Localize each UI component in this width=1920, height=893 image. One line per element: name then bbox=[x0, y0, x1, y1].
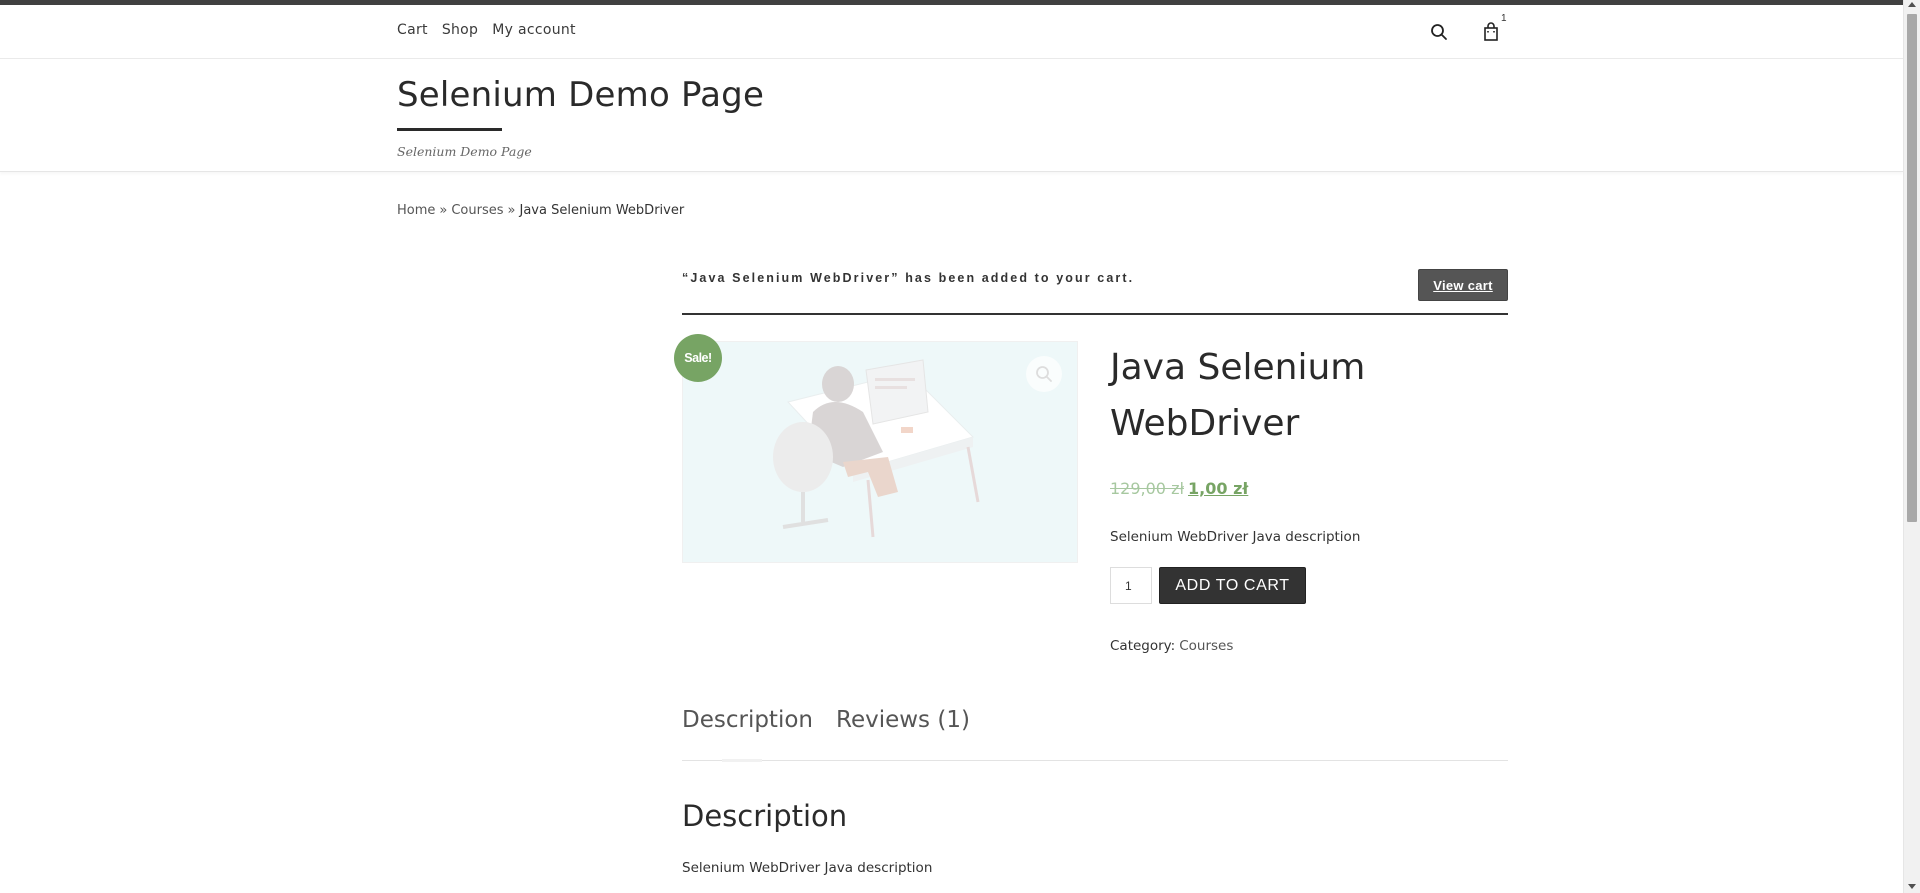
search-icon[interactable] bbox=[1430, 23, 1448, 41]
nav-shop-link[interactable]: Shop bbox=[442, 22, 478, 38]
active-tab-indicator bbox=[722, 759, 762, 762]
nav-cart-link[interactable]: Cart bbox=[397, 22, 428, 38]
product-image[interactable] bbox=[682, 341, 1078, 563]
view-cart-button[interactable]: View cart bbox=[1418, 269, 1508, 301]
add-to-cart-button[interactable]: ADD TO CART bbox=[1159, 567, 1306, 604]
scroll-up-arrow-icon[interactable] bbox=[1908, 2, 1916, 7]
cart-notice: “Java Selenium WebDriver” has been added… bbox=[682, 267, 1508, 315]
site-tagline: Selenium Demo Page bbox=[397, 144, 532, 159]
tab-description[interactable]: Description bbox=[682, 707, 813, 733]
cart-notice-message: “Java Selenium WebDriver” has been added… bbox=[682, 271, 1135, 285]
product-tabs: Description Reviews (1) bbox=[682, 707, 1508, 762]
site-title[interactable]: Selenium Demo Page bbox=[397, 75, 764, 115]
tab-reviews[interactable]: Reviews (1) bbox=[836, 707, 970, 733]
page-scrollbar[interactable] bbox=[1903, 0, 1920, 893]
scrollbar-thumb[interactable] bbox=[1907, 14, 1917, 522]
title-underline bbox=[397, 128, 502, 131]
breadcrumb-separator: » bbox=[439, 203, 448, 218]
category-courses-link[interactable]: Courses bbox=[1179, 638, 1233, 654]
description-body: Selenium WebDriver Java description bbox=[682, 860, 933, 876]
breadcrumb: Home » Courses » Java Selenium WebDriver bbox=[397, 203, 684, 218]
top-navigation: Cart Shop My account 1 bbox=[0, 5, 1903, 59]
quantity-input[interactable]: 1 bbox=[1110, 567, 1152, 604]
product-title: Java Selenium WebDriver bbox=[1110, 347, 1366, 444]
sale-badge: Sale! bbox=[674, 334, 722, 382]
price-original: 129,00 zł bbox=[1110, 479, 1185, 498]
description-heading: Description bbox=[682, 799, 848, 833]
breadcrumb-current: Java Selenium WebDriver bbox=[519, 203, 685, 218]
breadcrumb-separator: » bbox=[507, 203, 516, 218]
cart-count-badge: 1 bbox=[1501, 13, 1507, 24]
product-illustration bbox=[773, 359, 980, 538]
scroll-down-arrow-icon[interactable] bbox=[1908, 884, 1916, 889]
product-price: 129,00 zł 1,00 zł bbox=[1110, 479, 1248, 498]
product-short-description: Selenium WebDriver Java description bbox=[1110, 529, 1361, 545]
price-sale: 1,00 zł bbox=[1188, 479, 1249, 498]
breadcrumb-home-link[interactable]: Home bbox=[397, 203, 435, 218]
zoom-icon[interactable] bbox=[1026, 356, 1062, 392]
top-menu: Cart Shop My account bbox=[397, 22, 576, 38]
breadcrumb-courses-link[interactable]: Courses bbox=[451, 203, 503, 218]
category-label: Category: bbox=[1110, 638, 1176, 654]
site-header: Selenium Demo Page Selenium Demo Page bbox=[0, 60, 1903, 172]
nav-my-account-link[interactable]: My account bbox=[492, 22, 576, 38]
product-category: Category: Courses bbox=[1110, 638, 1233, 654]
cart-bag-icon[interactable] bbox=[1482, 22, 1500, 42]
